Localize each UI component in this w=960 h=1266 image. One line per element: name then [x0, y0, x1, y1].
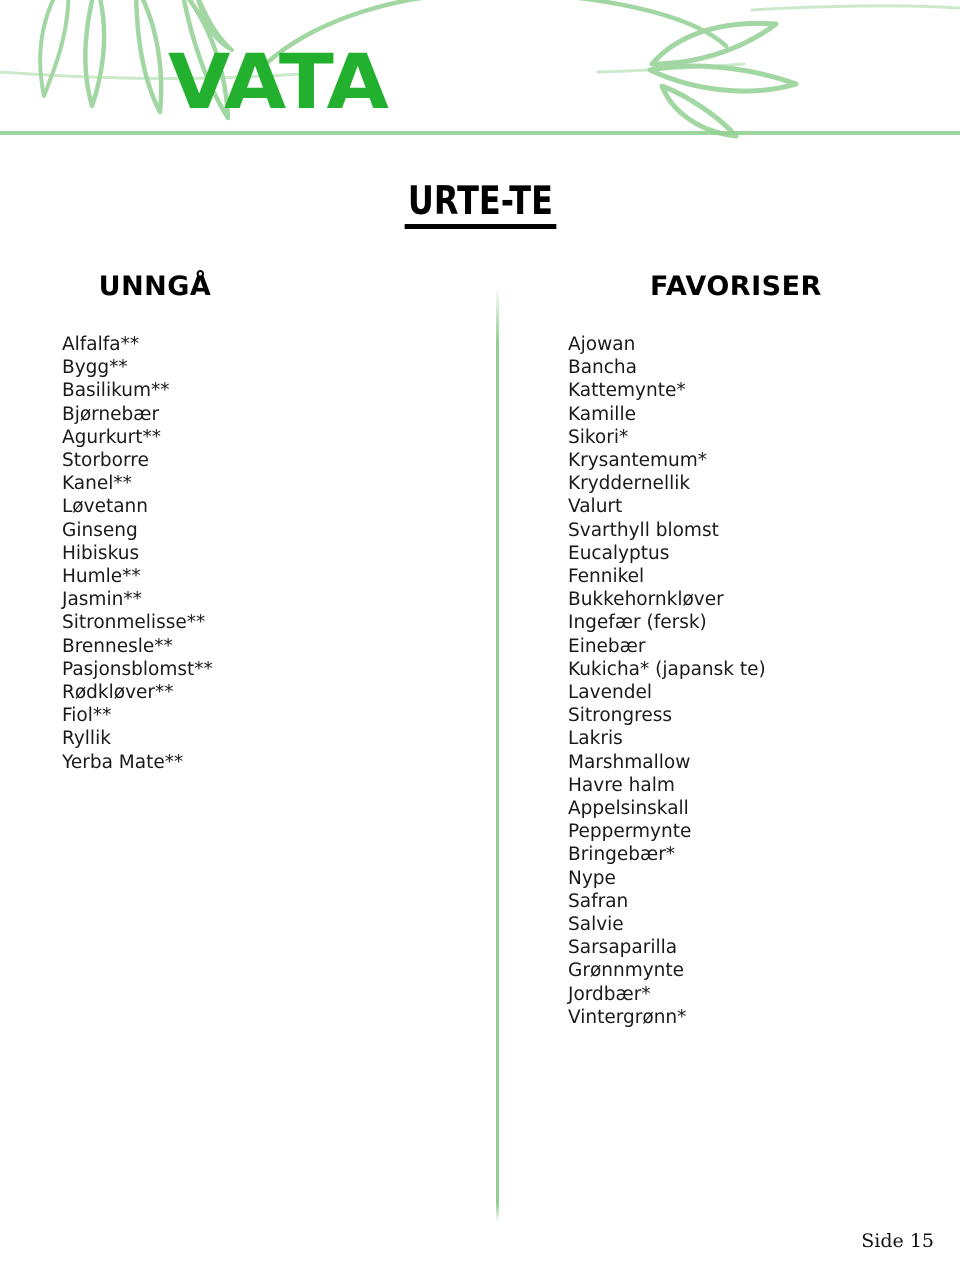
- list-item: Bancha: [568, 357, 637, 379]
- list-item: Basilikum**: [62, 380, 170, 402]
- list-item: Lavendel: [568, 682, 652, 704]
- list-item: Brennesle**: [62, 635, 173, 657]
- list-item: Kryddernellik: [568, 473, 691, 495]
- favor-herb-list: Ajowan Bancha Kattemynte* Kamille Sikori…: [500, 333, 960, 1029]
- avoid-column: UNNGÅ Alfalfa** Bygg** Basilikum** Bjørn…: [0, 272, 496, 774]
- list-item: Vintergrønn*: [568, 1006, 687, 1028]
- list-item: Pasjonsblomst**: [62, 658, 213, 680]
- list-item: Lakris: [568, 728, 623, 750]
- list-item: Ginseng: [62, 519, 138, 541]
- list-item: Krysantemum*: [568, 450, 708, 472]
- page-title-container: URTE-TE: [0, 181, 960, 229]
- list-item: Peppermynte: [568, 821, 692, 843]
- leaf-branch-decoration-icon: [0, 0, 960, 139]
- list-item: Kukicha* (japansk te): [568, 658, 766, 680]
- list-item: Ingefær (fersk): [568, 612, 707, 634]
- list-item: Agurkurt**: [62, 426, 161, 448]
- list-item: Sitrongress: [568, 705, 672, 727]
- list-item: Safran: [568, 890, 629, 912]
- list-item: Havre halm: [568, 774, 675, 796]
- list-item: Sarsaparilla: [568, 937, 678, 959]
- favor-column: FAVORISER Ajowan Bancha Kattemynte* Kami…: [500, 272, 960, 1029]
- list-item: Nype: [568, 867, 616, 889]
- list-item: Kattemynte*: [568, 380, 686, 402]
- list-item: Yerba Mate**: [62, 751, 184, 773]
- list-item: Jasmin**: [62, 589, 142, 611]
- list-item: Bjørnebær: [62, 403, 160, 425]
- page-title: URTE-TE: [404, 181, 556, 229]
- list-item: Alfalfa**: [62, 334, 140, 355]
- list-item: Fennikel: [568, 566, 645, 588]
- avoid-column-heading: UNNGÅ: [98, 271, 212, 302]
- favor-column-heading: FAVORISER: [650, 271, 822, 302]
- list-item: Bukkehornkløver: [568, 589, 724, 611]
- list-item: Grønnmynte: [568, 960, 685, 982]
- list-item: Bygg**: [62, 357, 128, 379]
- list-item: Bringebær*: [568, 844, 676, 866]
- list-item: Valurt: [568, 496, 623, 518]
- list-item: Fiol**: [62, 705, 112, 727]
- list-item: Jordbær*: [568, 983, 651, 1005]
- list-item: Humle**: [62, 566, 141, 588]
- list-item: Kanel**: [62, 473, 132, 495]
- list-item: Marshmallow: [568, 751, 691, 773]
- list-item: Salvie: [568, 914, 624, 936]
- list-item: Løvetann: [62, 496, 148, 518]
- list-item: Kamille: [568, 403, 636, 425]
- list-item: Appelsinskall: [568, 798, 689, 820]
- brand-title: VATA: [168, 37, 389, 126]
- list-item: Ajowan: [568, 334, 636, 355]
- header-banner: VATA: [0, 0, 960, 140]
- list-item: Storborre: [62, 450, 149, 472]
- list-item: Sikori*: [568, 426, 629, 448]
- list-item: Svarthyll blomst: [568, 519, 719, 541]
- list-item: Rødkløver**: [62, 682, 174, 704]
- list-item: Eucalyptus: [568, 542, 670, 564]
- list-item: Ryllik: [62, 728, 111, 750]
- list-item: Einebær: [568, 635, 646, 657]
- avoid-herb-list: Alfalfa** Bygg** Basilikum** Bjørnebær A…: [0, 333, 496, 774]
- list-item: Hibiskus: [62, 542, 140, 564]
- page-number-label: Side 15: [861, 1230, 934, 1252]
- list-item: Sitronmelisse**: [62, 612, 206, 634]
- column-divider: [496, 286, 499, 1222]
